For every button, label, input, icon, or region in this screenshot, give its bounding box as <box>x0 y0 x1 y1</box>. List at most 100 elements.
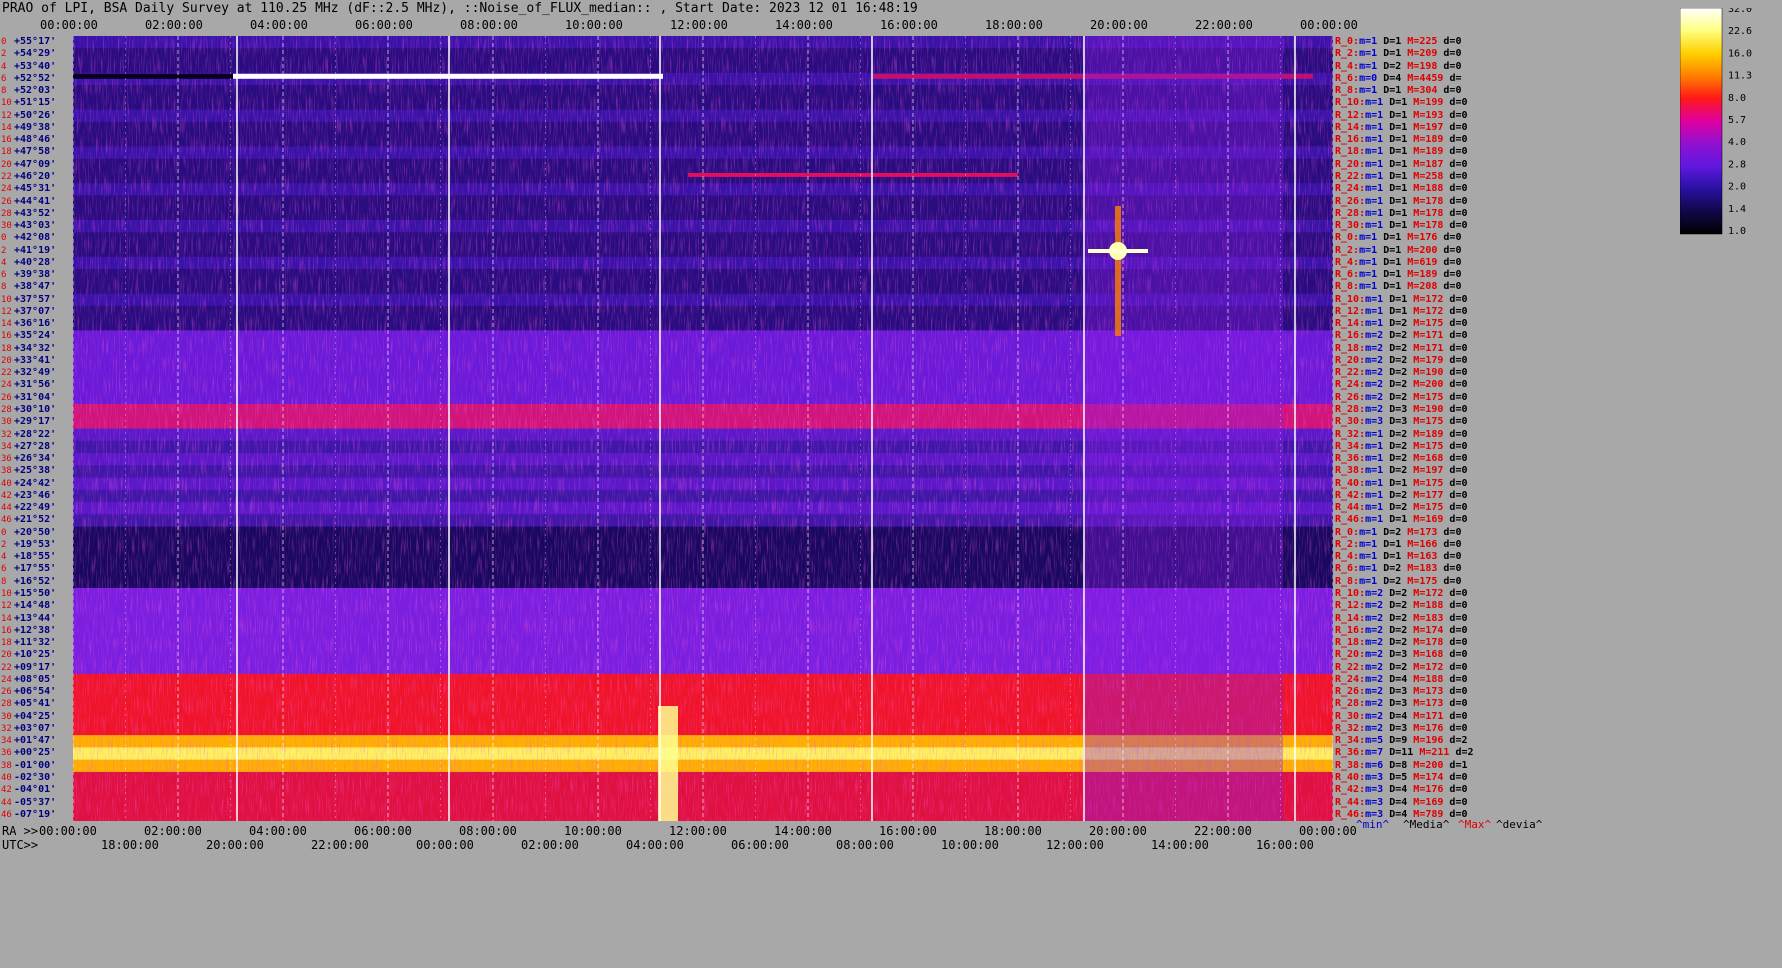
stats-cell: m=1 <box>1365 134 1390 146</box>
stats-cell: m=2 <box>1365 354 1390 366</box>
stats-cell: R_14: <box>1335 121 1366 133</box>
stats-cell: D=1 <box>1383 85 1408 97</box>
stats-cell: M=189 <box>1407 269 1444 280</box>
stats-cell: M=211 <box>1419 747 1456 759</box>
stats-cell: M=175 <box>1413 416 1450 428</box>
stats-row: R_28:m=2 D=3 M=173 d=0 <box>1335 698 1467 710</box>
x-top-tick-label: 00:00:00 <box>1300 18 1358 32</box>
stats-cell: d=0 <box>1449 195 1468 207</box>
stats-row: R_34:m=1 D=2 M=175 d=0 <box>1335 441 1467 453</box>
stats-cell: R_30: <box>1335 710 1366 722</box>
stats-row: R_6:m=0 D=4 M=4459 d= <box>1335 73 1461 85</box>
stats-row: R_14:m=1 D=1 M=197 d=0 <box>1335 122 1467 134</box>
stats-cell: d=2 <box>1455 747 1474 759</box>
stats-cell: m=2 <box>1365 673 1390 685</box>
declination-label: +51°15' <box>14 97 57 109</box>
ra-tick-label: 20:00:00 <box>1089 824 1147 838</box>
stats-row: R_40:m=1 D=1 M=175 d=0 <box>1335 478 1467 490</box>
stats-cell: d=0 <box>1449 97 1468 109</box>
beam-label: 22 <box>1 171 12 182</box>
stats-cell: R_32: <box>1335 722 1366 734</box>
stats-cell: M=304 <box>1407 85 1444 97</box>
declination-label: +55°17' <box>14 36 57 47</box>
stats-cell: M=177 <box>1413 489 1450 501</box>
stats-cell: M=193 <box>1413 109 1450 121</box>
stats-row: R_20:m=1 D=1 M=187 d=0 <box>1335 159 1467 171</box>
stats-cell: m=2 <box>1365 612 1390 624</box>
stats-cell: m=3 <box>1365 784 1390 796</box>
utc-axis-label: UTC>> <box>2 838 39 852</box>
stats-cell: M=258 <box>1413 170 1450 182</box>
stats-row: R_12:m=1 D=1 M=193 d=0 <box>1335 110 1467 122</box>
beam-label: 16 <box>1 135 12 146</box>
stats-cell: R_18: <box>1335 342 1366 354</box>
stats-cell: D=4 <box>1389 796 1414 808</box>
beam-label: 12 <box>1 601 12 612</box>
stats-cell: m=7 <box>1365 747 1390 759</box>
beam-label: 32 <box>1 723 12 734</box>
stats-cell: M=179 <box>1413 354 1450 366</box>
stats-cell: M=172 <box>1413 293 1450 305</box>
declination-label: -01°00' <box>14 759 57 771</box>
declination-label: +46°20' <box>14 170 57 182</box>
stats-cell: R_18: <box>1335 637 1366 648</box>
stats-cell: m=3 <box>1365 771 1390 783</box>
stats-cell: R_18: <box>1335 146 1366 158</box>
stats-cell: d=1 <box>1449 759 1468 771</box>
colorbar-tick-label: 32.0 <box>1728 8 1752 15</box>
beam-label: 46 <box>1 809 12 820</box>
stats-cell: M=200 <box>1413 759 1450 771</box>
stats-cell: d=0 <box>1449 354 1468 366</box>
colorbar-tick-label: 2.8 <box>1728 159 1746 170</box>
chart-title: PRAO of LPI, BSA Daily Survey at 110.25 … <box>2 1 918 16</box>
stats-cell: M=169 <box>1413 514 1450 526</box>
stats-cell: D=2 <box>1389 330 1414 342</box>
stats-cell: M=173 <box>1407 526 1444 538</box>
stats-cell: M=171 <box>1413 330 1450 342</box>
ra-tick-label: 06:00:00 <box>354 824 412 838</box>
colorbar-tick-label: 8.0 <box>1728 93 1746 104</box>
stats-cell: D=1 <box>1389 97 1414 109</box>
stats-cell: m=1 <box>1365 489 1390 501</box>
stats-cell: d=0 <box>1449 318 1468 330</box>
stats-cell: D=1 <box>1389 477 1414 489</box>
stats-cell: R_2: <box>1335 244 1360 256</box>
stats-cell: R_46: <box>1335 514 1366 526</box>
colorbar-tick-label: 16.0 <box>1728 48 1752 59</box>
stats-cell: m=2 <box>1365 367 1390 379</box>
stats-cell: R_30: <box>1335 416 1366 428</box>
declination-label: +37°07' <box>14 305 57 317</box>
stats-row: R_10:m=1 D=1 M=199 d=0 <box>1335 97 1467 109</box>
stats-cell: D=4 <box>1389 710 1414 722</box>
stats-cell: d=0 <box>1449 784 1468 796</box>
beam-label: 28 <box>1 699 12 710</box>
stats-cell: d=0 <box>1449 477 1468 489</box>
beam-label: 44 <box>1 503 12 514</box>
colorbar-tick-label: 11.3 <box>1728 71 1752 82</box>
stats-cell: M=175 <box>1407 575 1444 587</box>
beam-label: 18 <box>1 638 12 648</box>
beam-label: 30 <box>1 711 12 722</box>
utc-tick-label: 16:00:00 <box>1256 838 1314 852</box>
stats-cell: D=2 <box>1389 367 1414 379</box>
stats-cell: m=1 <box>1365 183 1390 195</box>
stats-cell: D=3 <box>1389 698 1414 710</box>
x-top-tick-label: 00:00:00 <box>40 18 98 32</box>
stats-cell: R_28: <box>1335 698 1366 710</box>
declination-label: +53°40' <box>14 60 57 72</box>
stats-cell: m=1 <box>1359 36 1384 47</box>
stats-cell: M=178 <box>1413 220 1450 231</box>
stats-row: R_26:m=2 D=2 M=175 d=0 <box>1335 392 1467 404</box>
stats-cell: D=2 <box>1389 489 1414 501</box>
declination-label: +13°44' <box>14 612 57 624</box>
stats-cell: R_26: <box>1335 391 1366 403</box>
declination-label: +03°07' <box>14 722 57 734</box>
declination-label: +14°48' <box>14 600 57 612</box>
stats-cell: d=0 <box>1443 60 1462 72</box>
beam-label: 18 <box>1 343 12 354</box>
stats-cell: m=1 <box>1359 85 1384 97</box>
stats-cell: R_2: <box>1335 538 1360 550</box>
stats-cell: d=0 <box>1449 367 1468 379</box>
stats-row: R_44:m=1 D=2 M=175 d=0 <box>1335 502 1467 514</box>
stats-cell: R_40: <box>1335 771 1366 783</box>
